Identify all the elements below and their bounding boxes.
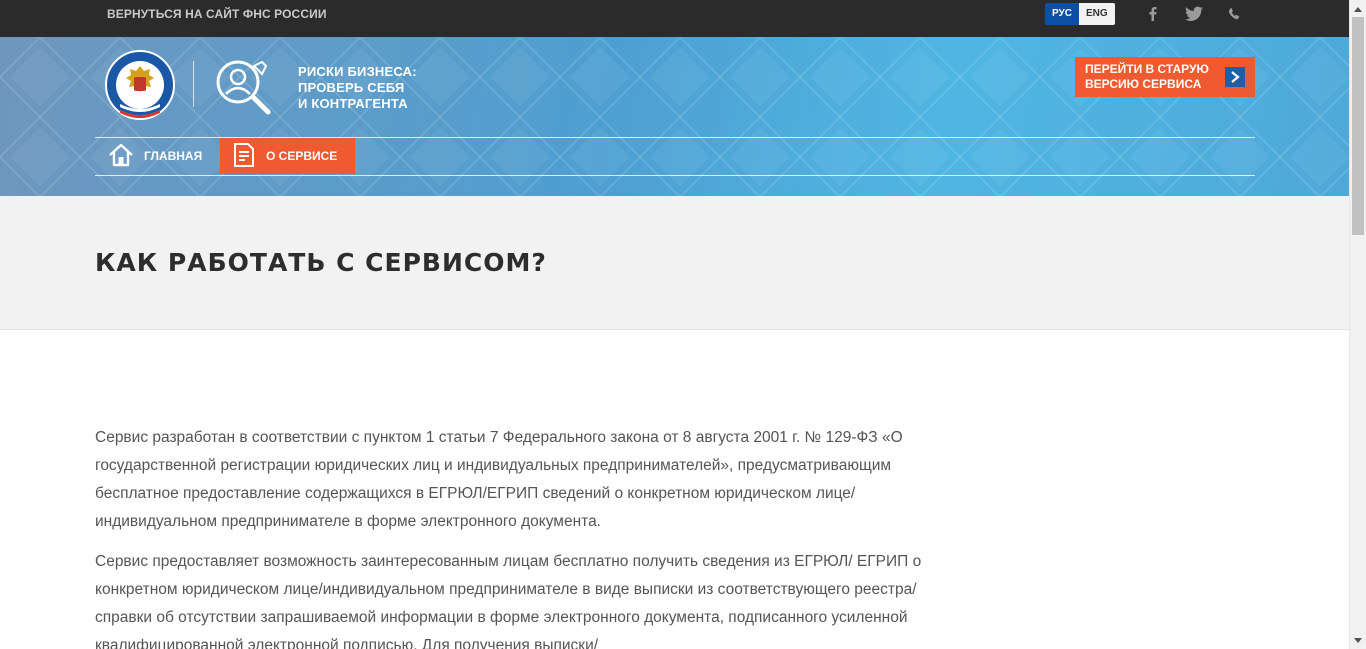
content-paragraph: Сервис разработан в соответствии с пункт… — [95, 429, 903, 530]
service-title-line-2: ПРОВЕРЬ СЕБЯ — [298, 80, 405, 95]
facebook-icon[interactable] — [1143, 4, 1163, 24]
main-content: Сервис разработан в соответствии с пункт… — [95, 424, 955, 649]
logo-divider — [193, 61, 194, 107]
language-switcher: РУС ENG — [1045, 3, 1115, 25]
fns-emblem-logo[interactable] — [104, 49, 176, 121]
content-paragraph: Сервис предоставляет возможность заинтер… — [95, 553, 922, 649]
chevron-right-icon — [1225, 67, 1245, 87]
service-title: РИСКИ БИЗНЕСА: ПРОВЕРЬ СЕБЯ И КОНТРАГЕНТ… — [298, 64, 417, 112]
page-scrollbar[interactable] — [1349, 0, 1366, 649]
title-band: КАК РАБОТАТЬ С СЕРВИСОМ? — [0, 196, 1349, 330]
nav-item-home-label: ГЛАВНАЯ — [144, 149, 203, 163]
service-title-line-3: И КОНТРАГЕНТА — [298, 96, 408, 111]
nav-item-about[interactable]: О СЕРВИСЕ — [220, 138, 355, 174]
service-title-line-1: РИСКИ БИЗНЕСА: — [298, 64, 417, 79]
nav-item-home[interactable]: ГЛАВНАЯ — [108, 138, 202, 174]
phone-icon[interactable] — [1226, 4, 1246, 24]
nav-divider-bottom — [95, 175, 1255, 176]
page: ВЕРНУТЬСЯ НА САЙТ ФНС РОССИИ РУС ENG РИС… — [0, 0, 1349, 649]
scroll-down-icon[interactable] — [1350, 632, 1366, 649]
top-bar: ВЕРНУТЬСЯ НА САЙТ ФНС РОССИИ РУС ENG — [0, 0, 1349, 37]
nav-item-about-label: О СЕРВИСЕ — [266, 149, 338, 163]
home-icon — [108, 143, 134, 170]
business-risk-icon — [212, 56, 274, 118]
lang-ru-button[interactable]: РУС — [1045, 3, 1079, 25]
page-title: КАК РАБОТАТЬ С СЕРВИСОМ? — [95, 248, 547, 277]
old-version-button[interactable]: ПЕРЕЙТИ В СТАРУЮ ВЕРСИЮ СЕРВИСА — [1075, 57, 1255, 97]
old-version-button-label: ПЕРЕЙТИ В СТАРУЮ ВЕРСИЮ СЕРВИСА — [1085, 62, 1209, 91]
scrollbar-thumb[interactable] — [1352, 17, 1364, 235]
site-header: РИСКИ БИЗНЕСА: ПРОВЕРЬ СЕБЯ И КОНТРАГЕНТ… — [0, 37, 1349, 196]
document-icon — [232, 142, 256, 171]
lang-en-button[interactable]: ENG — [1078, 3, 1115, 25]
twitter-icon[interactable] — [1183, 4, 1203, 24]
scroll-up-icon[interactable] — [1350, 0, 1366, 17]
back-to-fns-link[interactable]: ВЕРНУТЬСЯ НА САЙТ ФНС РОССИИ — [107, 0, 327, 28]
